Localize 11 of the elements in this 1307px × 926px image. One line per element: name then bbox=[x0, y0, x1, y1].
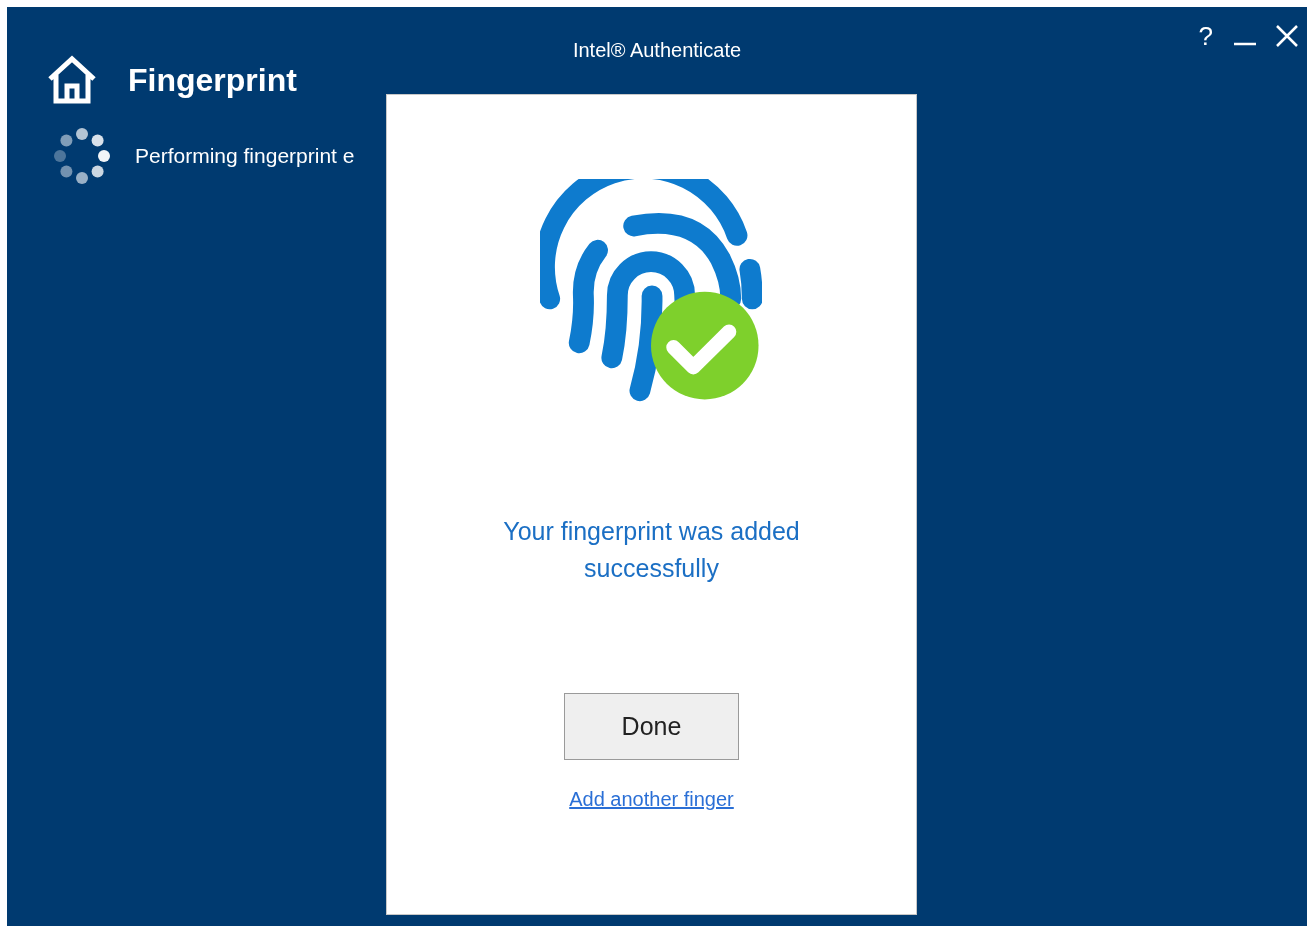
done-button[interactable]: Done bbox=[564, 693, 739, 760]
loading-spinner-icon bbox=[53, 127, 111, 185]
success-message: Your fingerprint was added successfully bbox=[502, 516, 801, 584]
close-icon[interactable] bbox=[1275, 24, 1299, 48]
help-button[interactable]: ? bbox=[1196, 21, 1215, 51]
fingerprint-check-icon bbox=[539, 179, 762, 403]
page-title: Fingerprint bbox=[128, 61, 297, 100]
status-text: Performing fingerprint e bbox=[135, 143, 355, 169]
home-icon[interactable] bbox=[46, 55, 98, 105]
window-title: Intel® Authenticate bbox=[572, 38, 742, 63]
add-another-finger-link[interactable]: Add another finger bbox=[569, 784, 734, 814]
